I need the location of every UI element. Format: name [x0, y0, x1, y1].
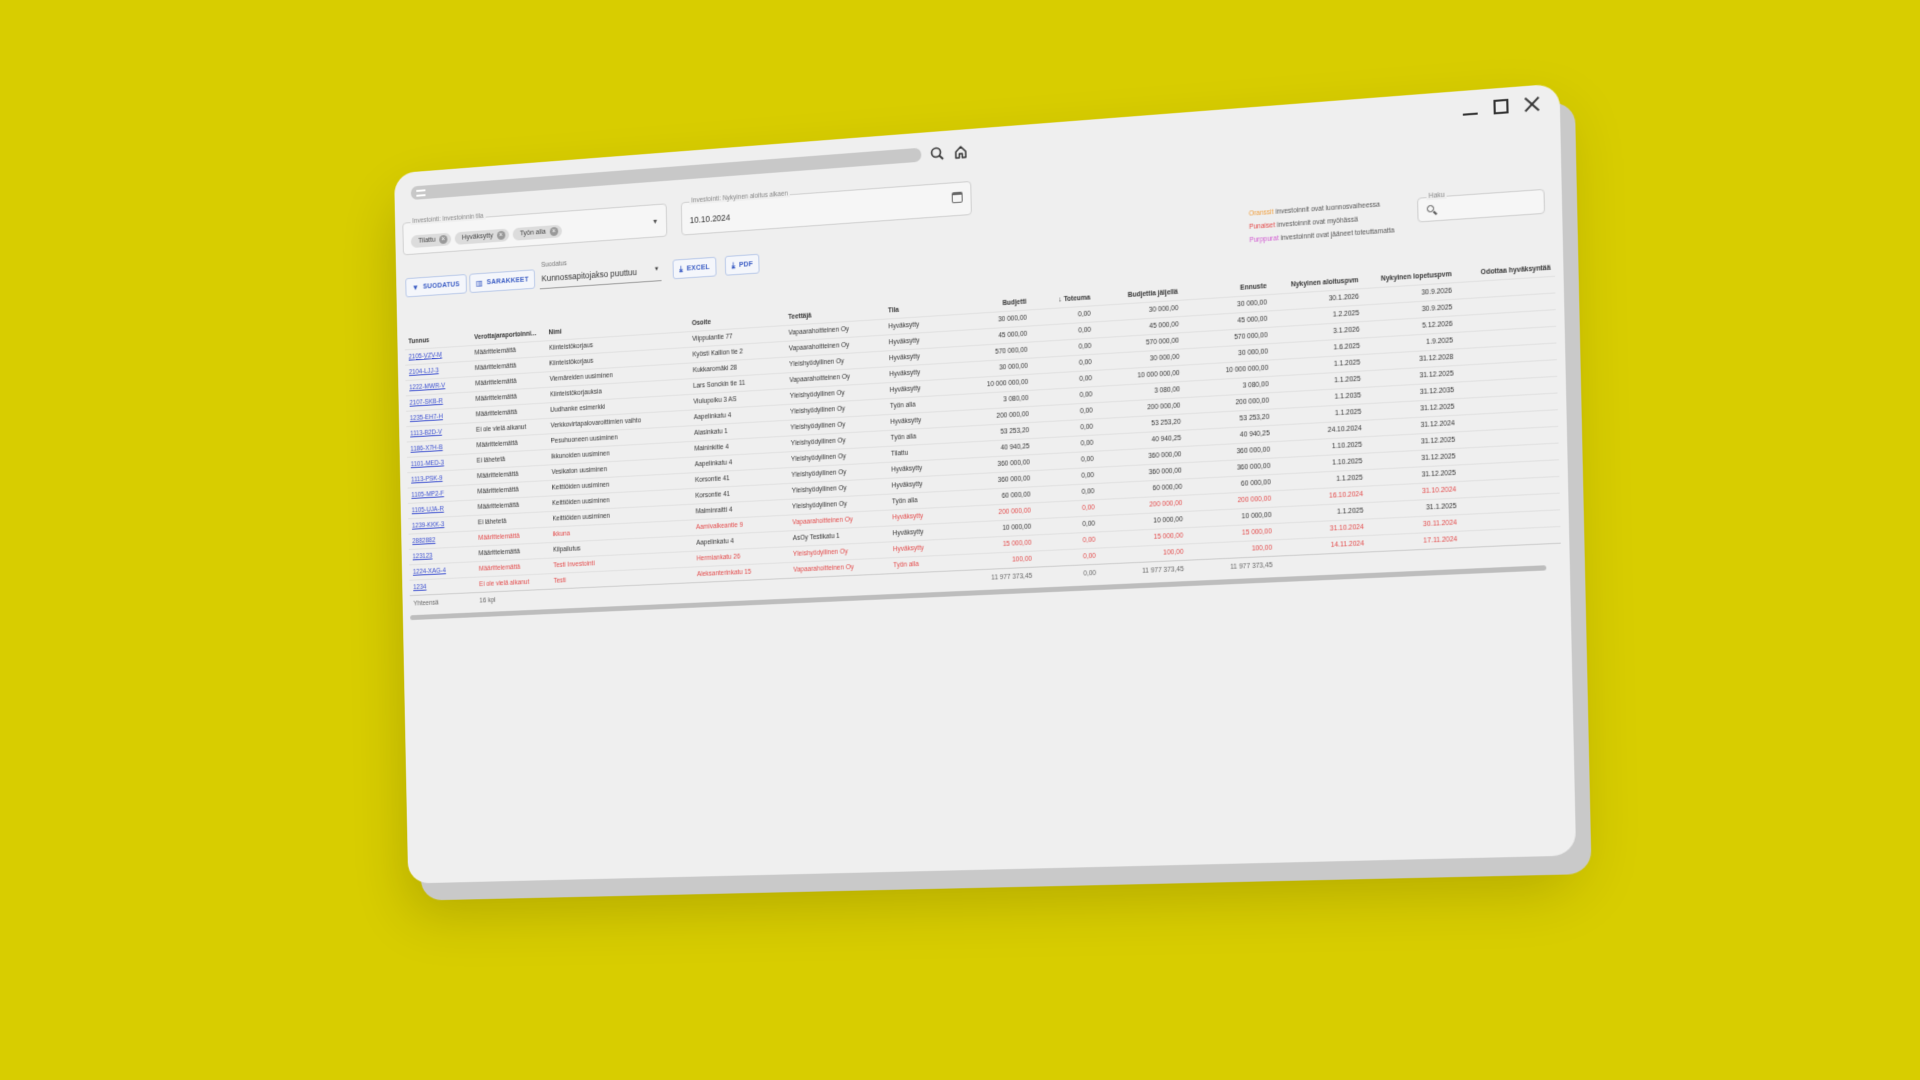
status-chips: Tilattu × Hyväksytty × Työn alla ×: [410, 224, 566, 249]
main-content: Investointi: Investoinnin tila Tilattu × …: [402, 138, 1567, 883]
status-filter-label: Investointi: Investoinnin tila: [410, 212, 486, 226]
totals-count: 16 kpl: [475, 589, 551, 609]
search-input[interactable]: Haku: [1417, 188, 1546, 223]
calendar-icon[interactable]: [951, 191, 963, 204]
status-chip[interactable]: Tilattu ×: [410, 232, 452, 249]
search-label: Haku: [1426, 191, 1447, 201]
totals-forecast: 11 977 373,45: [1187, 556, 1277, 577]
app-window: Investointi: Investoinnin tila Tilattu × …: [394, 83, 1577, 884]
totals-label: Yhteensä: [409, 592, 477, 612]
chevron-down-icon[interactable]: ▼: [654, 267, 660, 273]
totals-budget: 11 977 373,45: [960, 567, 1037, 588]
columns-button[interactable]: ▥ SARAKKEET: [469, 269, 536, 294]
column-header-sorted[interactable]: ↓ Toteuma: [1030, 277, 1095, 310]
quick-filter-label: Suodatus: [541, 260, 567, 269]
sort-down-icon: ↓: [1058, 296, 1062, 304]
minimize-icon[interactable]: [1462, 100, 1479, 118]
filter-button[interactable]: ▼ SUODATUS: [405, 274, 467, 298]
chip-remove-icon[interactable]: ×: [549, 226, 559, 237]
start-date-value: 10.10.2024: [689, 212, 731, 226]
totals-remaining: 11 977 373,45: [1100, 560, 1189, 581]
column-header[interactable]: Tunnus: [404, 318, 470, 350]
download-icon: ⤓: [731, 260, 736, 270]
home-icon[interactable]: [953, 143, 969, 160]
search-icon: [1426, 204, 1435, 213]
download-icon: ⤓: [679, 263, 683, 273]
chip-remove-icon[interactable]: ×: [496, 230, 506, 241]
excel-export-button[interactable]: ⤓ EXCEL: [672, 256, 717, 280]
color-legend: Oranssit investoinnit ovat luonnosvaihee…: [1249, 197, 1395, 247]
chip-remove-icon[interactable]: ×: [438, 234, 448, 245]
totals-actual: 0,00: [1036, 564, 1101, 584]
window-controls: [1462, 95, 1541, 118]
status-chip[interactable]: Hyväksytty ×: [454, 228, 509, 245]
pdf-export-button[interactable]: ⤓ PDF: [724, 253, 760, 276]
filter-icon: ▼: [411, 282, 420, 292]
chevron-down-icon[interactable]: ▼: [652, 219, 659, 226]
quick-filter-value: Kunnossapitojakso puuttuu: [541, 267, 638, 284]
column-header[interactable]: Tila: [884, 286, 955, 319]
maximize-icon[interactable]: [1493, 98, 1509, 115]
status-chip[interactable]: Työn alla ×: [512, 224, 562, 241]
quick-filter-select[interactable]: Suodatus Kunnossapitojakso puuttuu ▼: [539, 256, 662, 290]
investments-table: Tunnus Verottajaraportoinni... Nimi Osoi…: [404, 247, 1562, 621]
close-icon[interactable]: [1523, 95, 1540, 113]
search-icon[interactable]: [929, 145, 945, 162]
background-stage: Investointi: Investoinnin tila Tilattu × …: [0, 0, 1920, 1080]
menu-icon[interactable]: [416, 188, 426, 197]
columns-icon: ▥: [475, 278, 484, 288]
